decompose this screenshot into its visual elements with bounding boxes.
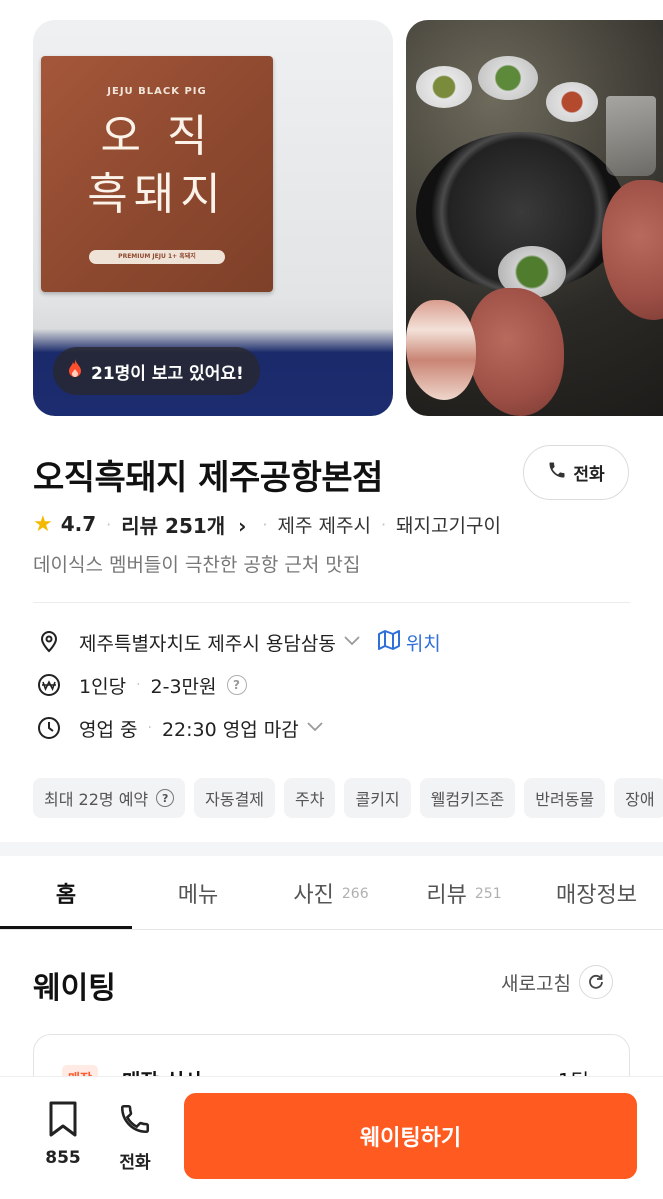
store-photo-sign[interactable]: JEJU BLACK PIG 오 직 흑돼지 PREMIUM JEJU 1+ 흑… <box>33 20 393 416</box>
sign-small-text: JEJU BLACK PIG <box>107 86 207 97</box>
fire-icon <box>67 358 83 384</box>
side-dish-image <box>546 82 598 122</box>
star-icon: ★ <box>33 511 53 537</box>
tab-photos[interactable]: 사진 266 <box>264 856 398 930</box>
chip-label: 자동결제 <box>205 790 265 809</box>
separator-dot: · <box>147 720 152 736</box>
tab-menu[interactable]: 메뉴 <box>132 856 264 930</box>
waiting-section-title: 웨이팅 <box>33 971 116 1006</box>
separator-dot: · <box>262 514 268 534</box>
location-link-label: 위치 <box>405 632 441 655</box>
category-text: 돼지고기구이 <box>396 514 501 537</box>
chevron-down-icon <box>344 634 360 650</box>
bottom-call-label: 전화 <box>119 1153 151 1173</box>
chip-accessibility[interactable]: 장애 <box>614 778 663 818</box>
open-status-text: 영업 중 <box>79 718 138 741</box>
viewers-badge: 21명이 보고 있어요! <box>53 347 260 395</box>
tab-label: 매장정보 <box>556 883 637 908</box>
clock-icon <box>37 716 61 740</box>
pork-belly-image <box>406 300 476 400</box>
phone-icon <box>118 1101 152 1142</box>
price-unit-text: 1인당 <box>79 675 127 698</box>
location-pin-icon <box>37 630 61 654</box>
chip-label: 반려동물 <box>535 790 595 809</box>
tab-label: 리뷰 <box>426 883 467 908</box>
separator-dot: · <box>380 514 387 534</box>
chip-reservation[interactable]: 최대 22명 예약 ? <box>33 778 186 818</box>
wooden-sign-image: JEJU BLACK PIG 오 직 흑돼지 PREMIUM JEJU 1+ 흑… <box>41 56 273 292</box>
divider <box>33 602 630 603</box>
chip-label: 콜키지 <box>355 790 400 809</box>
tab-store-info[interactable]: 매장정보 <box>530 856 663 930</box>
review-count-text: 리뷰 251개 <box>121 513 226 538</box>
address-text: 제주특별자치도 제주시 용담삼동 <box>79 632 336 655</box>
separator-dot: · <box>136 677 141 693</box>
question-icon[interactable]: ? <box>156 789 175 807</box>
chip-label: 주차 <box>295 790 325 809</box>
chip-parking[interactable]: 주차 <box>284 778 336 818</box>
rating-line: ★ 4.7 · 리뷰 251개 › · 제주 제주시 · 돼지고기구이 <box>33 509 501 539</box>
glass-image <box>606 96 656 176</box>
call-button[interactable]: 전화 <box>523 445 629 500</box>
photo-carousel[interactable]: JEJU BLACK PIG 오 직 흑돼지 PREMIUM JEJU 1+ 흑… <box>0 20 663 416</box>
question-icon[interactable]: ? <box>226 675 247 695</box>
refresh-label: 새로고침 <box>501 972 571 995</box>
region-text: 제주 제주시 <box>277 514 371 537</box>
section-divider <box>0 842 663 856</box>
won-icon <box>37 673 61 697</box>
store-photo-food[interactable] <box>406 20 663 416</box>
tab-count: 251 <box>474 886 502 902</box>
chip-label: 웰컴키즈존 <box>430 790 505 809</box>
chip-label: 장애 <box>625 790 655 809</box>
chevron-down-icon <box>307 720 323 736</box>
call-button-label: 전화 <box>573 465 605 484</box>
chip-corkage[interactable]: 콜키지 <box>344 778 411 818</box>
chip-auto-payment[interactable]: 자동결제 <box>194 778 276 818</box>
price-range-text: 2-3만원 <box>150 675 217 698</box>
tab-home[interactable]: 홈 <box>0 856 132 930</box>
chip-welcome-kids[interactable]: 웰컴키즈존 <box>419 778 516 818</box>
location-link[interactable]: 위치 <box>377 629 441 656</box>
chevron-right-icon: › <box>238 513 247 538</box>
refresh-button[interactable]: 새로고침 <box>501 964 613 1000</box>
tab-label: 홈 <box>55 883 77 908</box>
tab-bar: 홈 메뉴 사진 266 리뷰 251 매장정보 <box>0 856 663 930</box>
bookmark-button[interactable]: 855 <box>36 1101 90 1168</box>
bookmark-icon <box>48 1101 78 1142</box>
store-tagline: 데이식스 멤버들이 극찬한 공항 근처 맛집 <box>33 554 361 576</box>
chip-pets[interactable]: 반려동물 <box>524 778 606 818</box>
phone-icon <box>547 460 567 485</box>
refresh-icon <box>578 965 613 999</box>
sign-line-2: 흑돼지 <box>87 169 227 220</box>
feature-chips[interactable]: 최대 22명 예약 ? 자동결제 주차 콜키지 웰컴키즈존 반려동물 장애 <box>33 778 663 818</box>
tab-reviews[interactable]: 리뷰 251 <box>398 856 530 930</box>
tab-count: 266 <box>341 886 369 902</box>
hours-row[interactable]: 영업 중 · 22:30 영업 마감 <box>37 713 323 743</box>
bottom-call-button[interactable]: 전화 <box>108 1101 162 1173</box>
meat-image <box>602 180 663 320</box>
price-row: 1인당 · 2-3만원 ? <box>37 670 247 700</box>
side-dish-image <box>478 56 538 100</box>
sign-pill-text: PREMIUM JEJU 1+ 흑돼지 <box>89 250 225 264</box>
map-icon <box>377 629 400 655</box>
tab-label: 사진 <box>293 883 334 908</box>
sign-line-1: 오 직 <box>100 111 214 162</box>
address-row[interactable]: 제주특별자치도 제주시 용담삼동 위치 <box>37 627 441 657</box>
chip-label: 최대 22명 예약 <box>44 790 149 809</box>
bookmark-count: 855 <box>45 1148 81 1168</box>
bottom-action-bar: 855 전화 웨이팅하기 <box>0 1076 663 1199</box>
store-name: 오직흑돼지 제주공항본점 <box>33 458 383 498</box>
sign-big-text: 오 직 흑돼지 <box>41 108 273 224</box>
tab-label: 메뉴 <box>177 883 219 908</box>
side-dish-image <box>416 66 472 108</box>
close-time-text: 22:30 영업 마감 <box>161 718 299 741</box>
review-count-link[interactable]: 리뷰 251개 › <box>121 510 246 539</box>
meat-image <box>468 288 564 416</box>
active-tab-indicator <box>0 926 132 929</box>
separator-dot: · <box>106 514 112 534</box>
rating-value: 4.7 <box>60 512 97 536</box>
viewers-text: 21명이 보고 있어요! <box>91 363 244 384</box>
waiting-button[interactable]: 웨이팅하기 <box>184 1093 637 1179</box>
